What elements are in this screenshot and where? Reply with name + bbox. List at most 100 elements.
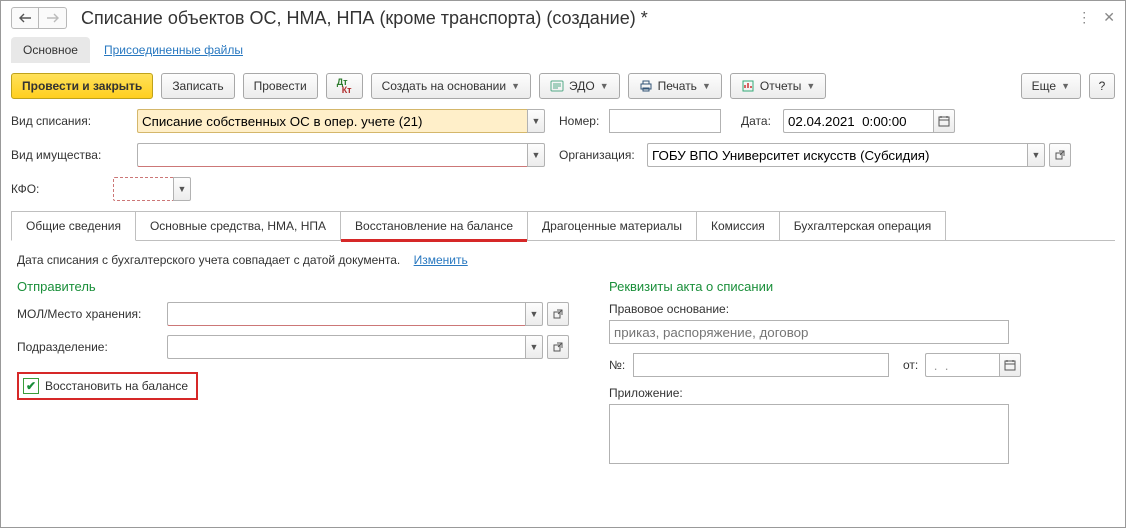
writeoff-type-select[interactable]: ▼	[137, 109, 545, 133]
date-input-group	[783, 109, 955, 133]
open-icon	[1055, 150, 1065, 160]
tab-attached-files[interactable]: Присоединенные файлы	[92, 37, 255, 63]
restore-checkbox-label: Восстановить на балансе	[45, 379, 188, 393]
writeoff-type-label: Вид списания:	[11, 114, 137, 128]
create-based-button[interactable]: Создать на основании ▼	[371, 73, 531, 99]
print-button[interactable]: Печать ▼	[628, 73, 722, 99]
mol-select[interactable]: ▼	[167, 302, 543, 326]
sender-section: Отправитель МОЛ/Место хранения: ▼ Подраз…	[17, 279, 569, 473]
window-header: Списание объектов ОС, НМА, НПА (кроме тр…	[1, 1, 1125, 33]
act-calendar-button[interactable]	[999, 353, 1021, 377]
dtkt-button[interactable]: Дт Кт	[326, 73, 363, 99]
asset-type-dropdown-button[interactable]: ▼	[527, 143, 545, 167]
dept-dropdown-button[interactable]: ▼	[525, 335, 543, 359]
hint-row: Дата списания с бухгалтерского учета сов…	[17, 253, 1109, 267]
act-date-input[interactable]	[925, 353, 999, 377]
dept-label: Подразделение:	[17, 340, 167, 354]
chevron-down-icon: ▼	[1061, 81, 1070, 91]
calendar-icon	[1004, 359, 1016, 371]
nav-buttons	[11, 7, 67, 29]
writeoff-type-input[interactable]	[137, 109, 527, 133]
date-input[interactable]	[783, 109, 933, 133]
open-icon	[553, 309, 563, 319]
hint-text: Дата списания с бухгалтерского учета сов…	[17, 253, 400, 267]
restore-on-balance-highlight: ✔ Восстановить на балансе	[17, 372, 198, 400]
top-tabs: Основное Присоединенные файлы	[1, 33, 1125, 63]
tab-precious[interactable]: Драгоценные материалы	[527, 211, 697, 240]
chevron-down-icon: ▼	[511, 81, 520, 91]
number-input[interactable]	[609, 109, 721, 133]
attachment-label: Приложение:	[609, 386, 683, 400]
change-link[interactable]: Изменить	[414, 253, 468, 267]
sender-title: Отправитель	[17, 279, 569, 294]
mol-dropdown-button[interactable]: ▼	[525, 302, 543, 326]
save-button[interactable]: Записать	[161, 73, 234, 99]
asset-type-input[interactable]	[137, 143, 527, 167]
dept-input[interactable]	[167, 335, 525, 359]
tab-restore[interactable]: Восстановление на балансе	[340, 211, 528, 240]
tab-general[interactable]: Общие сведения	[11, 211, 136, 241]
reports-button[interactable]: Отчеты ▼	[730, 73, 826, 99]
create-based-label: Создать на основании	[382, 79, 507, 93]
arrow-right-icon	[47, 13, 59, 23]
open-icon	[553, 342, 563, 352]
asset-type-select[interactable]: ▼	[137, 143, 545, 167]
legal-basis-label: Правовое основание:	[609, 302, 729, 316]
org-select[interactable]: ▼	[647, 143, 1045, 167]
mol-input[interactable]	[167, 302, 525, 326]
legal-basis-input[interactable]	[609, 320, 1009, 344]
writeoff-type-dropdown-button[interactable]: ▼	[527, 109, 545, 133]
mol-open-button[interactable]	[547, 302, 569, 326]
tab-accounting[interactable]: Бухгалтерская операция	[779, 211, 946, 240]
chevron-down-icon: ▼	[600, 81, 609, 91]
edo-label: ЭДО	[569, 79, 595, 93]
date-label: Дата:	[741, 114, 783, 128]
org-dropdown-button[interactable]: ▼	[1027, 143, 1045, 167]
print-icon	[639, 79, 653, 93]
menu-dots-icon[interactable]: ⋮	[1077, 9, 1091, 26]
number-label: Номер:	[559, 114, 609, 128]
org-input[interactable]	[647, 143, 1027, 167]
edo-icon	[550, 79, 564, 93]
chevron-down-icon: ▼	[702, 81, 711, 91]
mol-label: МОЛ/Место хранения:	[17, 307, 167, 321]
dtkt-icon: Дт Кт	[337, 78, 352, 94]
nav-forward-button[interactable]	[39, 7, 67, 29]
restore-checkbox[interactable]: ✔	[23, 378, 39, 394]
tab-body-general: Дата списания с бухгалтерского учета сов…	[1, 241, 1125, 485]
main-tabs: Общие сведения Основные средства, НМА, Н…	[11, 211, 1115, 241]
form-header: Вид списания: ▼ Номер: Дата: Вид имущест…	[1, 109, 1125, 201]
kfo-dropdown-button[interactable]: ▼	[173, 177, 191, 201]
reports-label: Отчеты	[760, 79, 801, 93]
tab-assets[interactable]: Основные средства, НМА, НПА	[135, 211, 341, 240]
post-and-close-button[interactable]: Провести и закрыть	[11, 73, 153, 99]
more-button[interactable]: Еще ▼	[1021, 73, 1081, 99]
dept-select[interactable]: ▼	[167, 335, 543, 359]
tab-main[interactable]: Основное	[11, 37, 90, 63]
page-title: Списание объектов ОС, НМА, НПА (кроме тр…	[81, 8, 648, 29]
dept-open-button[interactable]	[547, 335, 569, 359]
kfo-input[interactable]	[113, 177, 173, 201]
tab-commission[interactable]: Комиссия	[696, 211, 780, 240]
chevron-down-icon: ▼	[806, 81, 815, 91]
act-section: Реквизиты акта о списании Правовое основ…	[609, 279, 1109, 473]
calendar-button[interactable]	[933, 109, 955, 133]
attachment-textarea[interactable]	[609, 404, 1009, 464]
act-title: Реквизиты акта о списании	[609, 279, 1109, 294]
kfo-select[interactable]: ▼	[113, 177, 191, 201]
edo-button[interactable]: ЭДО ▼	[539, 73, 620, 99]
more-label: Еще	[1032, 79, 1056, 93]
close-icon[interactable]: ✕	[1103, 9, 1115, 26]
org-label: Организация:	[559, 148, 647, 162]
header-actions: ⋮ ✕	[1077, 9, 1115, 26]
two-column-layout: Отправитель МОЛ/Место хранения: ▼ Подраз…	[17, 279, 1109, 473]
nav-back-button[interactable]	[11, 7, 39, 29]
post-button[interactable]: Провести	[243, 73, 318, 99]
reports-icon	[741, 79, 755, 93]
act-number-label: №:	[609, 358, 633, 372]
org-open-button[interactable]	[1049, 143, 1071, 167]
act-number-input[interactable]	[633, 353, 889, 377]
toolbar: Провести и закрыть Записать Провести Дт …	[1, 63, 1125, 109]
help-button[interactable]: ?	[1089, 73, 1115, 99]
asset-type-label: Вид имущества:	[11, 148, 137, 162]
